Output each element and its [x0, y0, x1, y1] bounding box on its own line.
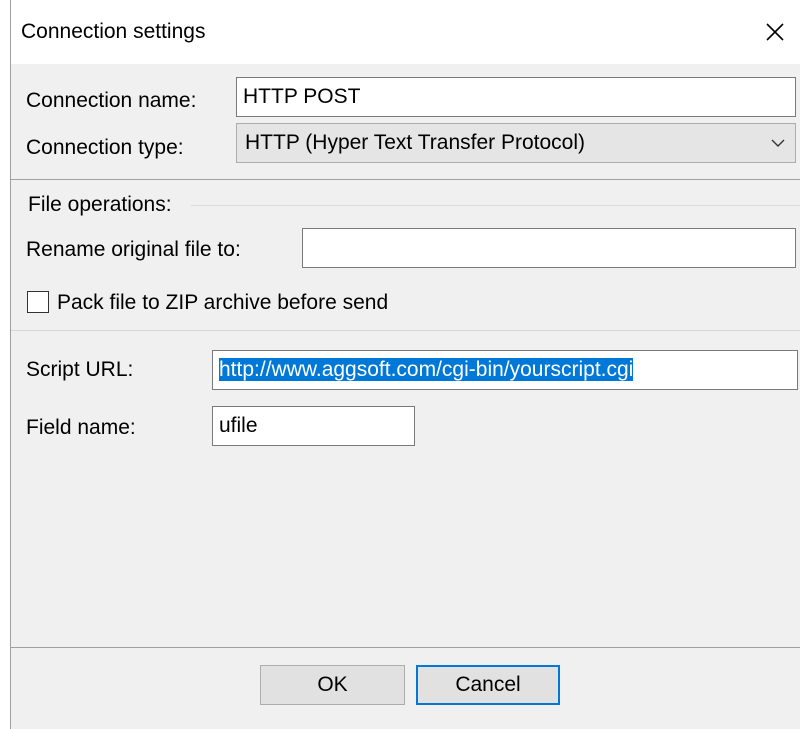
- connection-type-label: Connection type:: [26, 136, 184, 159]
- separator-bottom: [11, 647, 800, 648]
- ok-button[interactable]: OK: [260, 665, 405, 705]
- connection-type-value: HTTP (Hyper Text Transfer Protocol): [245, 131, 585, 154]
- connection-name-label: Connection name:: [26, 89, 197, 112]
- script-url-input[interactable]: http://www.aggsoft.com/cgi-bin/yourscrip…: [212, 350, 798, 390]
- cancel-button[interactable]: Cancel: [416, 665, 560, 705]
- dialog-client-area: Connection name: HTTP POST Connection ty…: [11, 64, 800, 729]
- pack-zip-checkbox[interactable]: [27, 291, 49, 313]
- title-bar[interactable]: Connection settings: [11, 0, 800, 64]
- window-title: Connection settings: [21, 20, 206, 43]
- pack-zip-label[interactable]: Pack file to ZIP archive before send: [57, 291, 388, 315]
- connection-type-select[interactable]: HTTP (Hyper Text Transfer Protocol): [236, 123, 796, 163]
- script-url-value: http://www.aggsoft.com/cgi-bin/yourscrip…: [219, 358, 634, 381]
- connection-name-value: HTTP POST: [243, 85, 361, 108]
- chevron-down-icon: [771, 139, 785, 147]
- separator-middle: [11, 330, 800, 331]
- rename-file-input[interactable]: [302, 228, 796, 268]
- field-name-value: ufile: [219, 414, 258, 437]
- close-button[interactable]: [750, 6, 800, 58]
- close-icon: [766, 23, 784, 41]
- separator-top: [11, 179, 800, 180]
- file-operations-group-label: File operations:: [28, 193, 172, 216]
- cancel-button-label: Cancel: [455, 673, 521, 696]
- script-url-label: Script URL:: [26, 358, 134, 381]
- field-name-input[interactable]: ufile: [212, 406, 415, 446]
- field-name-label: Field name:: [26, 416, 136, 439]
- ok-button-label: OK: [317, 673, 348, 696]
- connection-name-input[interactable]: HTTP POST: [236, 77, 796, 117]
- rename-file-label: Rename original file to:: [26, 238, 241, 261]
- file-operations-group-line: [191, 205, 800, 206]
